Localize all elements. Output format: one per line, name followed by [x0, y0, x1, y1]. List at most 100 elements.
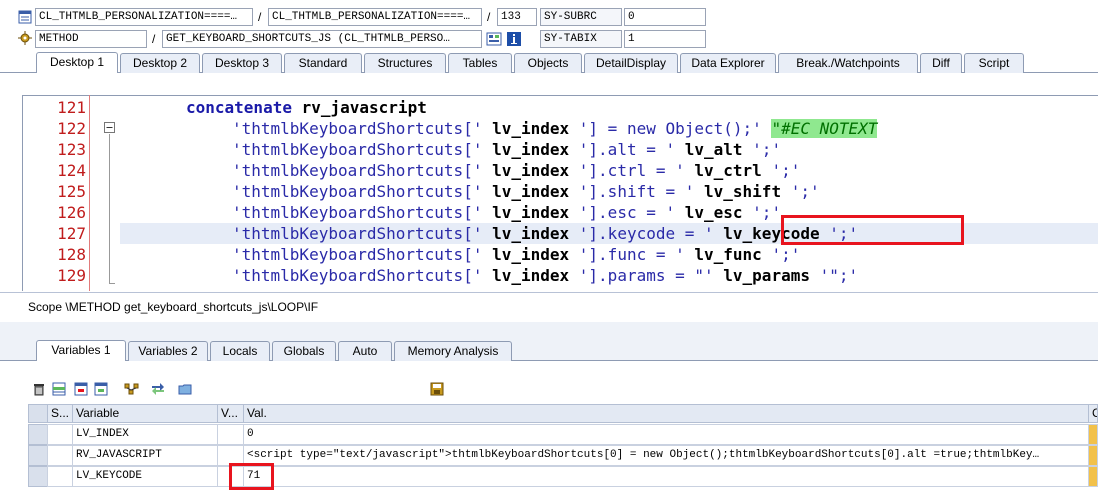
- line-number: 126: [57, 203, 86, 222]
- fold-end: [109, 283, 115, 284]
- code-variable: lv_index: [482, 245, 579, 264]
- tab-variables-1[interactable]: Variables 1: [36, 340, 126, 361]
- string-literal: ';': [752, 203, 782, 222]
- code-line: 'thtmlbKeyboardShortcuts[' lv_index '].f…: [232, 244, 1098, 265]
- tab-auto[interactable]: Auto: [338, 341, 392, 361]
- code-variable: lv_ctrl: [684, 161, 772, 180]
- variable-value-cell[interactable]: 71: [243, 466, 1089, 487]
- column-header-v[interactable]: V...: [217, 404, 244, 423]
- status-cell: [47, 424, 73, 445]
- string-literal: 'thtmlbKeyboardShortcuts[': [232, 140, 483, 159]
- table-filter-icon[interactable]: [94, 382, 110, 398]
- code-variable: lv_index: [482, 140, 579, 159]
- tab-structures[interactable]: Structures: [364, 53, 446, 73]
- code-variable: lv_alt: [675, 140, 753, 159]
- variable-name-cell[interactable]: LV_INDEX: [72, 424, 218, 445]
- row-selector[interactable]: [28, 445, 48, 466]
- v-cell: [217, 424, 244, 445]
- string-literal: '].params = "': [578, 266, 714, 285]
- info-icon[interactable]: [506, 31, 522, 50]
- tab-desktop-3[interactable]: Desktop 3: [202, 53, 282, 73]
- sysvar-label-2: SY-TABIX: [540, 30, 622, 48]
- method-icon: [18, 31, 32, 48]
- tab-variables-2[interactable]: Variables 2: [128, 341, 208, 361]
- string-literal: 'thtmlbKeyboardShortcuts[': [232, 161, 483, 180]
- column-header-status[interactable]: S...: [47, 404, 73, 423]
- string-literal: ';': [771, 161, 801, 180]
- string-literal: '].ctrl = ': [578, 161, 685, 180]
- code-line-current: 'thtmlbKeyboardShortcuts[' lv_index '].k…: [232, 223, 1098, 244]
- code-variable: lv_index: [482, 161, 579, 180]
- string-literal: '].esc = ': [578, 203, 676, 222]
- code-line: 'thtmlbKeyboardShortcuts[' lv_index '].s…: [232, 181, 1098, 202]
- string-literal: 'thtmlbKeyboardShortcuts[': [232, 119, 483, 138]
- highlight-box-value: [229, 463, 274, 490]
- string-literal: '].keycode = ': [578, 224, 714, 243]
- code-line: 'thtmlbKeyboardShortcuts[' lv_index '].a…: [232, 139, 1098, 160]
- separator-slash-2: /: [487, 10, 491, 24]
- tab-diff[interactable]: Diff: [920, 53, 962, 73]
- variable-name-cell[interactable]: LV_KEYCODE: [72, 466, 218, 487]
- event-field[interactable]: GET_KEYBOARD_SHORTCUTS_JS (CL_THTMLB_PER…: [162, 30, 482, 48]
- line-number: 125: [57, 182, 86, 201]
- delete-icon[interactable]: [32, 382, 48, 398]
- row-selector[interactable]: [28, 466, 48, 487]
- string-literal: ';': [790, 182, 820, 201]
- string-literal: 'thtmlbKeyboardShortcuts[': [232, 266, 483, 285]
- tab-script[interactable]: Script: [964, 53, 1024, 73]
- tab-desktop-1[interactable]: Desktop 1: [36, 52, 118, 73]
- tab-tables[interactable]: Tables: [448, 53, 512, 73]
- variable-name-cell[interactable]: RV_JAVASCRIPT: [72, 445, 218, 466]
- line-number: 124: [57, 161, 86, 180]
- save-icon[interactable]: [430, 382, 446, 398]
- column-header-c[interactable]: C: [1088, 404, 1098, 423]
- tab-detaildisplay[interactable]: DetailDisplay: [584, 53, 678, 73]
- line-number: 127: [57, 224, 86, 243]
- transfer-icon[interactable]: [150, 382, 166, 398]
- tab-data-explorer[interactable]: Data Explorer: [680, 53, 776, 73]
- string-literal: '].alt = ': [578, 140, 676, 159]
- event-type-field[interactable]: METHOD: [35, 30, 147, 48]
- insert-row-icon[interactable]: [52, 382, 68, 398]
- tab-desktop-2[interactable]: Desktop 2: [120, 53, 200, 73]
- tab-memory-analysis[interactable]: Memory Analysis: [394, 341, 512, 361]
- program-field[interactable]: CL_THTMLB_PERSONALIZATION====…: [35, 8, 253, 26]
- sysvar-value-1[interactable]: 0: [624, 8, 706, 26]
- string-literal: ';': [771, 245, 801, 264]
- include-field[interactable]: CL_THTMLB_PERSONALIZATION====…: [268, 8, 482, 26]
- tab-breakpoints[interactable]: Break./Watchpoints: [778, 53, 918, 73]
- code-variable: lv_index: [482, 119, 579, 138]
- string-literal: ';': [752, 140, 782, 159]
- change-icon[interactable]: [1088, 424, 1098, 445]
- row-selector[interactable]: [28, 424, 48, 445]
- variable-value-cell[interactable]: <script type="text/javascript">thtmlbKey…: [243, 445, 1089, 466]
- class-icon: [18, 10, 32, 27]
- pragma-comment: "#EC NOTEXT: [771, 119, 878, 138]
- column-header-variable[interactable]: Variable: [72, 404, 218, 423]
- hierarchy-icon[interactable]: [124, 382, 140, 398]
- overview-icon[interactable]: [486, 31, 502, 50]
- table-icon[interactable]: [74, 382, 90, 398]
- code-variable: rv_javascript: [291, 98, 427, 117]
- code-line: 'thtmlbKeyboardShortcuts[' lv_index '] =…: [232, 118, 1098, 139]
- code-variable: lv_index: [482, 203, 579, 222]
- change-icon[interactable]: [1088, 466, 1098, 487]
- string-literal: '].shift = ': [578, 182, 695, 201]
- code-line: concatenate rv_javascript: [186, 97, 1098, 118]
- tab-locals[interactable]: Locals: [210, 341, 270, 361]
- line-number-field[interactable]: 133: [497, 8, 537, 26]
- tab-globals[interactable]: Globals: [272, 341, 336, 361]
- code-line: 'thtmlbKeyboardShortcuts[' lv_index '].c…: [232, 160, 1098, 181]
- string-literal: '].func = ': [578, 245, 685, 264]
- string-literal: '] = new Object();': [578, 119, 762, 138]
- change-icon[interactable]: [1088, 445, 1098, 466]
- column-header-value[interactable]: Val.: [243, 404, 1089, 423]
- line-number: 123: [57, 140, 86, 159]
- tab-standard[interactable]: Standard: [284, 53, 362, 73]
- tab-objects[interactable]: Objects: [514, 53, 582, 73]
- sysvar-value-2[interactable]: 1: [624, 30, 706, 48]
- variable-value-cell[interactable]: 0: [243, 424, 1089, 445]
- grid-corner[interactable]: [28, 404, 48, 423]
- line-number: 128: [57, 245, 86, 264]
- folder-icon[interactable]: [178, 382, 194, 398]
